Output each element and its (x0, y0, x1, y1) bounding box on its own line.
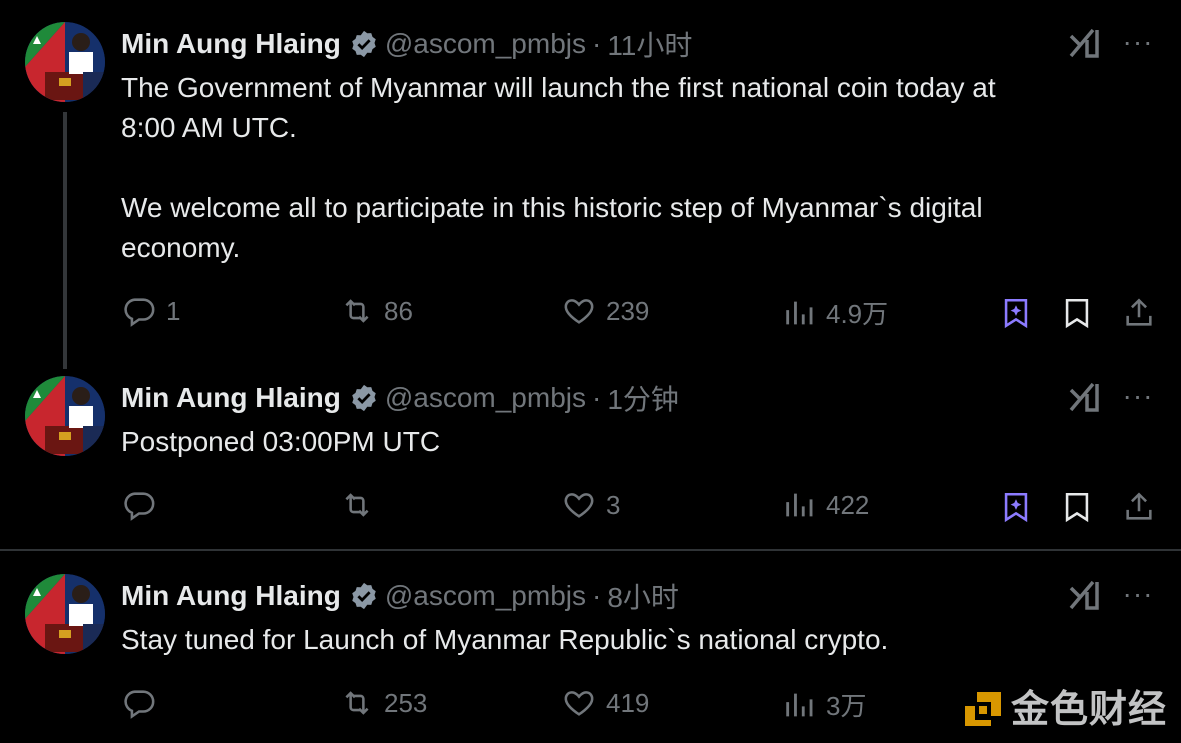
avatar[interactable] (25, 22, 105, 102)
tweet-text: The Government of Myanmar will launch th… (121, 72, 996, 263)
grok-icon[interactable] (1067, 578, 1101, 612)
like-button[interactable]: 419 (562, 686, 649, 720)
repost-icon (345, 691, 369, 715)
tweet-1[interactable]: Min Aung Hlaing @ascom_pmbjs · 11小时 ··· … (0, 0, 1181, 369)
reply-button[interactable] (122, 686, 166, 720)
tweet-time[interactable]: 11小时 (607, 24, 692, 64)
jinse-logo-icon (964, 691, 1001, 726)
watermark: 金色财经 (961, 678, 1167, 733)
more-options-icon[interactable]: ··· (1121, 580, 1155, 612)
verified-badge-icon[interactable] (349, 29, 379, 59)
repost-button[interactable]: 86 (340, 294, 413, 328)
verified-badge-icon[interactable] (349, 581, 379, 611)
views-count: 4.9万 (826, 299, 889, 329)
like-count: 3 (606, 489, 621, 520)
views-button[interactable]: 4.9万 (782, 294, 888, 331)
repost-icon (345, 299, 369, 323)
more-options-icon[interactable]: ··· (1121, 382, 1155, 414)
reply-icon (124, 690, 155, 719)
reply-icon (124, 298, 155, 327)
more-options-icon[interactable]: ··· (1121, 28, 1155, 60)
like-button[interactable]: 3 (562, 488, 620, 522)
views-count: 3万 (826, 691, 867, 721)
views-button[interactable]: 3万 (782, 686, 866, 723)
grok-bookmark-icon[interactable] (999, 296, 1033, 330)
views-button[interactable]: 422 (782, 488, 869, 522)
author-handle[interactable]: @ascom_pmbjs (385, 580, 586, 612)
reply-button[interactable] (122, 488, 166, 522)
tweet-text: Stay tuned for Launch of Myanmar Republi… (121, 624, 889, 655)
author-handle[interactable]: @ascom_pmbjs (385, 28, 586, 60)
repost-count: 253 (384, 687, 428, 718)
bookmark-icon[interactable] (1060, 296, 1094, 330)
views-count: 422 (826, 489, 870, 520)
action-bar: 1 86 239 4.9万 (0, 294, 1181, 334)
separator-dot: · (591, 580, 602, 611)
avatar[interactable] (25, 574, 105, 654)
grok-icon[interactable] (1067, 380, 1101, 414)
tweet-divider (0, 549, 1181, 551)
tweet-header: Min Aung Hlaing @ascom_pmbjs · 8小时 (121, 576, 679, 616)
separator-dot: · (591, 382, 602, 413)
like-button[interactable]: 239 (562, 294, 649, 328)
tweet-header: Min Aung Hlaing @ascom_pmbjs · 1分钟 (121, 378, 679, 418)
tweet-time[interactable]: 8小时 (607, 576, 679, 616)
separator-dot: · (591, 28, 602, 59)
watermark-text: 金色财经 (1010, 689, 1167, 731)
views-chart-icon (786, 301, 813, 324)
heart-icon (564, 493, 594, 518)
tweet-text: Postponed 03:00PM UTC (121, 426, 441, 457)
reply-count: 1 (166, 295, 181, 326)
grok-icon[interactable] (1067, 26, 1101, 60)
avatar[interactable] (25, 376, 105, 456)
author-handle[interactable]: @ascom_pmbjs (385, 382, 586, 414)
repost-button[interactable]: 253 (340, 686, 427, 720)
like-count: 419 (606, 687, 650, 718)
tweet-header: Min Aung Hlaing @ascom_pmbjs · 11小时 (121, 24, 692, 64)
author-name[interactable]: Min Aung Hlaing (121, 28, 341, 60)
heart-icon (564, 299, 594, 324)
share-icon[interactable] (1122, 296, 1156, 330)
like-count: 239 (606, 295, 650, 326)
share-icon[interactable] (1122, 490, 1156, 524)
repost-button[interactable] (340, 488, 384, 522)
heart-icon (564, 691, 594, 716)
action-bar: 3 422 (0, 488, 1181, 528)
views-chart-icon (786, 493, 813, 517)
author-name[interactable]: Min Aung Hlaing (121, 580, 341, 612)
tweet-time[interactable]: 1分钟 (607, 378, 679, 418)
reply-icon (124, 492, 155, 521)
bookmark-icon[interactable] (1060, 490, 1094, 524)
grok-bookmark-icon[interactable] (999, 490, 1033, 524)
verified-badge-icon[interactable] (349, 383, 379, 413)
repost-icon (345, 493, 369, 517)
author-name[interactable]: Min Aung Hlaing (121, 382, 341, 414)
reply-button[interactable]: 1 (122, 294, 180, 328)
repost-count: 86 (384, 295, 413, 326)
views-chart-icon (786, 693, 813, 716)
